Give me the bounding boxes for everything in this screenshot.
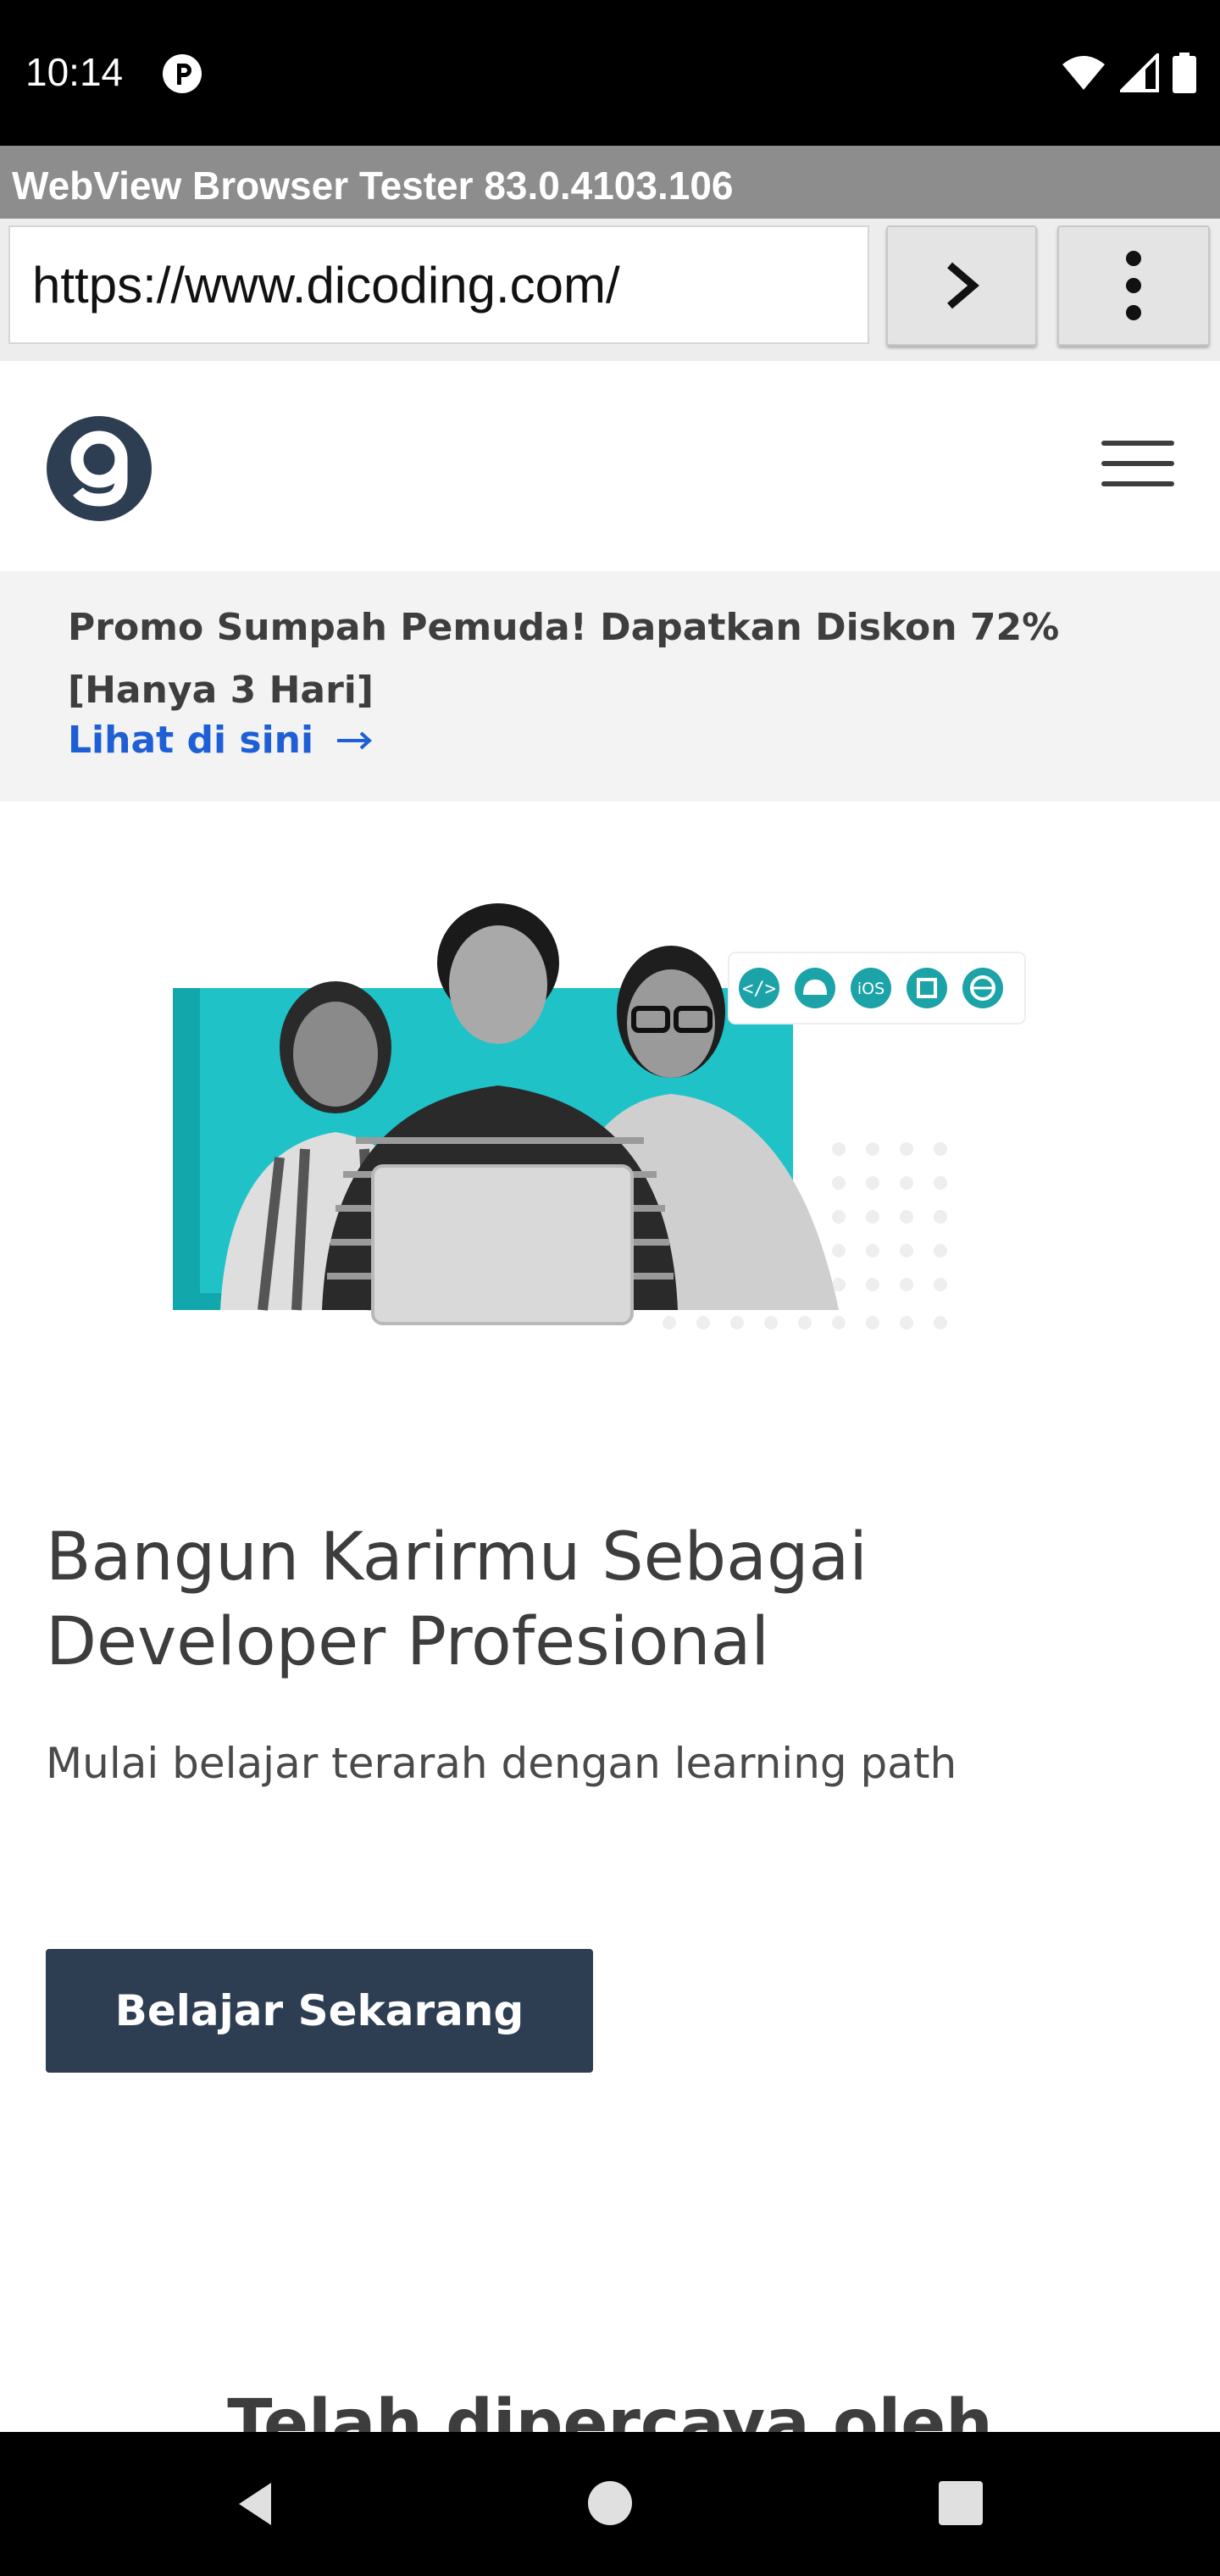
nav-bar [0,2432,1220,2576]
back-icon[interactable] [229,2474,288,2534]
more-vertical-icon [1126,251,1141,320]
hero-title: Bangun Karirmu Sebagai Developer Profesi… [46,1519,868,1680]
url-row: https://www.dicoding.com/ [0,219,1220,361]
tester-title-bar: WebView Browser Tester 83.0.4103.106 [0,146,1220,219]
belajar-sekarang-button[interactable]: Belajar Sekarang [46,1949,593,2073]
promo-link[interactable]: Lihat di sini [68,719,373,762]
hamburger-menu-icon[interactable] [1101,441,1179,491]
wifi-icon [1062,56,1105,90]
more-button[interactable] [1057,225,1210,346]
chevron-right-icon [947,262,979,309]
promo-link-label: Lihat di sini [68,719,314,762]
hero-subtitle: Mulai belajar terarah dengan learning pa… [46,1739,957,1788]
status-icons [1061,49,1196,97]
signal-icon [1120,53,1159,92]
chip-icon [907,968,947,1008]
circle-p-icon [163,54,202,93]
home-icon[interactable] [588,2481,632,2525]
status-bar: 10:14 [0,0,1220,146]
recents-icon[interactable] [939,2481,983,2525]
web-page: Promo Sumpah Pemuda! Dapatkan Diskon 72%… [0,361,1220,2432]
dicoding-logo-icon[interactable] [46,415,152,522]
svg-text:iOS: iOS [857,980,884,998]
battery-icon [1173,53,1196,93]
site-header [0,361,1220,571]
hero-people-illustration: </> iOS [173,903,1026,1330]
url-input[interactable]: https://www.dicoding.com/ [8,225,869,344]
promo-text: Promo Sumpah Pemuda! Dapatkan Diskon 72%… [68,606,1060,712]
promo-banner: Promo Sumpah Pemuda! Dapatkan Diskon 72%… [0,571,1220,802]
tester-title: WebView Browser Tester 83.0.4103.106 [12,164,734,208]
go-button[interactable] [886,225,1037,346]
trusted-heading: Telah dipercaya oleh [227,2386,993,2432]
arrow-right-icon [337,731,373,749]
status-time: 10:14 [25,50,124,94]
svg-text:</>: </> [742,979,776,1000]
